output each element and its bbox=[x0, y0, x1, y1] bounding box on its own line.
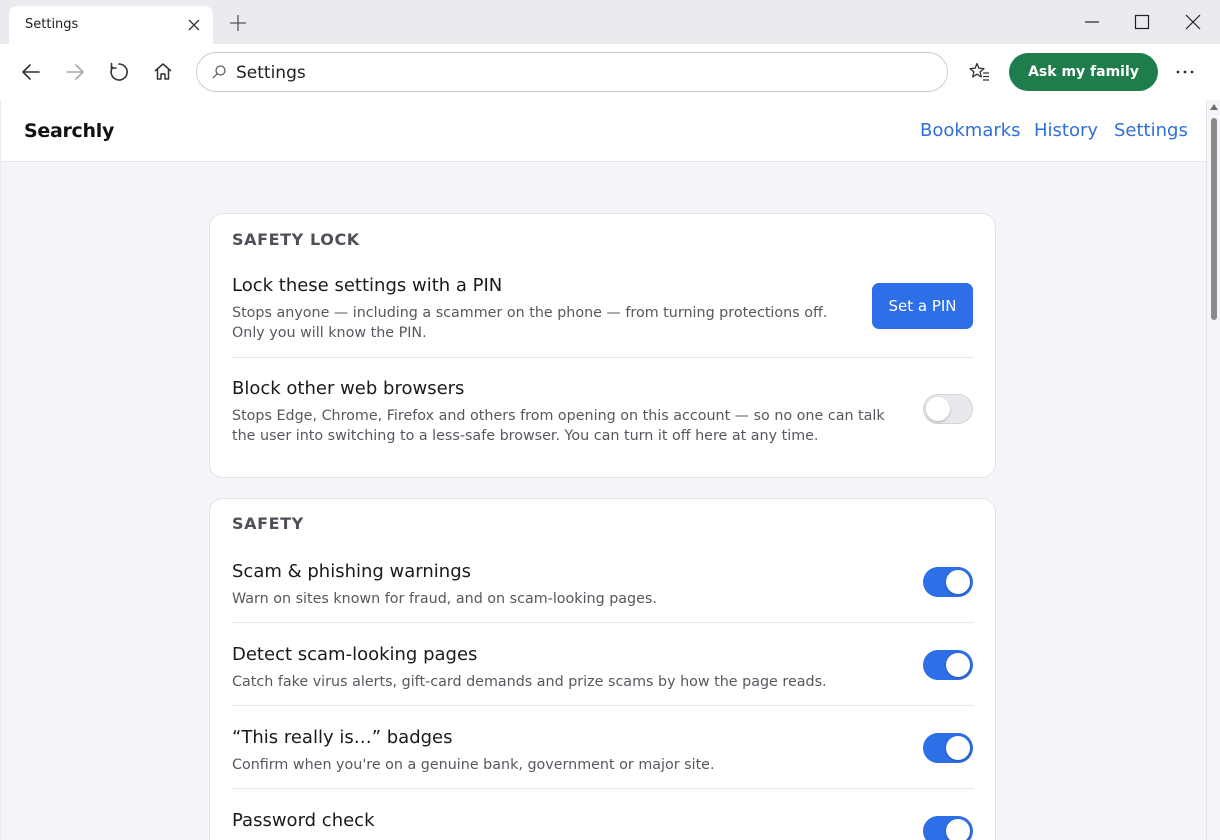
nav-history-link[interactable]: History bbox=[1034, 120, 1098, 141]
safety-card: SAFETY Scam & phishing warnings Warn on … bbox=[209, 498, 996, 840]
toolbar: Settings Ask my family bbox=[0, 44, 1220, 100]
divider bbox=[232, 622, 974, 623]
setting-row-block-browsers: Block other web browsers Stops Edge, Chr… bbox=[232, 378, 974, 448]
setting-description: Stops Edge, Chrome, Firefox and others f… bbox=[232, 408, 885, 444]
minimize-icon[interactable] bbox=[1082, 12, 1102, 32]
tab-strip: Settings bbox=[0, 0, 1220, 44]
scam-warnings-toggle[interactable] bbox=[923, 567, 973, 597]
ask-my-family-button[interactable]: Ask my family bbox=[1009, 53, 1158, 91]
set-pin-button[interactable]: Set a PIN bbox=[872, 283, 973, 329]
divider bbox=[232, 788, 974, 789]
detect-scam-pages-toggle[interactable] bbox=[923, 650, 973, 680]
setting-title: Detect scam-looking pages bbox=[232, 644, 478, 665]
toggle-knob bbox=[946, 653, 970, 677]
setting-title: Scam & phishing warnings bbox=[232, 561, 472, 582]
password-check-toggle[interactable] bbox=[923, 816, 973, 840]
setting-description: Warn on sites known for fraud, and on sc… bbox=[232, 591, 657, 607]
nav-bookmarks-link[interactable]: Bookmarks bbox=[920, 120, 1021, 141]
setting-row-badges: “This really is…” badges Confirm when yo… bbox=[232, 727, 974, 777]
toggle-knob bbox=[946, 736, 970, 760]
brand-logo[interactable]: Searchly bbox=[24, 120, 114, 142]
setting-title: “This really is…” badges bbox=[232, 727, 453, 748]
toggle-knob bbox=[946, 819, 970, 840]
divider bbox=[232, 705, 974, 706]
setting-description: Catch fake virus alerts, gift-card deman… bbox=[232, 674, 827, 690]
scroll-up-icon[interactable] bbox=[1210, 104, 1218, 110]
nav-settings-link[interactable]: Settings bbox=[1114, 120, 1188, 141]
page-content: Searchly Bookmarks History Settings SAFE… bbox=[1, 100, 1206, 840]
new-tab-icon[interactable] bbox=[229, 14, 247, 32]
toggle-knob bbox=[946, 570, 970, 594]
forward-icon[interactable] bbox=[63, 60, 87, 84]
tab-title: Settings bbox=[25, 17, 79, 32]
block-browsers-toggle[interactable] bbox=[923, 394, 973, 424]
page-scrollbar[interactable] bbox=[1206, 100, 1220, 840]
setting-row-detect-scam-pages: Detect scam-looking pages Catch fake vir… bbox=[232, 644, 974, 694]
scrollbar-thumb[interactable] bbox=[1211, 118, 1217, 320]
section-heading: SAFETY LOCK bbox=[232, 230, 360, 249]
setting-title: Lock these settings with a PIN bbox=[232, 275, 503, 296]
divider bbox=[232, 357, 974, 358]
favorites-icon[interactable] bbox=[968, 60, 992, 84]
site-header: Searchly Bookmarks History Settings bbox=[1, 100, 1206, 162]
close-window-icon[interactable] bbox=[1183, 12, 1203, 32]
badges-toggle[interactable] bbox=[923, 733, 973, 763]
home-icon[interactable] bbox=[151, 60, 175, 84]
tab-settings[interactable]: Settings bbox=[9, 6, 213, 44]
refresh-icon[interactable] bbox=[107, 60, 131, 84]
setting-row-password-check: Password check bbox=[232, 810, 974, 840]
search-icon bbox=[212, 65, 226, 79]
back-icon[interactable] bbox=[19, 60, 43, 84]
safety-lock-card: SAFETY LOCK Lock these settings with a P… bbox=[209, 213, 996, 478]
more-options-icon[interactable] bbox=[1173, 60, 1197, 84]
section-heading: SAFETY bbox=[232, 514, 304, 533]
maximize-icon[interactable] bbox=[1132, 12, 1152, 32]
setting-row-pin: Lock these settings with a PIN Stops any… bbox=[232, 275, 974, 345]
toggle-knob bbox=[926, 397, 950, 421]
setting-title: Block other web browsers bbox=[232, 378, 465, 399]
setting-description: Confirm when you're on a genuine bank, g… bbox=[232, 757, 715, 773]
close-tab-icon[interactable] bbox=[187, 18, 201, 32]
address-text: Settings bbox=[236, 63, 306, 83]
setting-description: Stops anyone — including a scammer on th… bbox=[232, 305, 828, 341]
address-bar[interactable]: Settings bbox=[196, 52, 948, 92]
setting-row-scam-warnings: Scam & phishing warnings Warn on sites k… bbox=[232, 561, 974, 611]
setting-title: Password check bbox=[232, 810, 375, 831]
